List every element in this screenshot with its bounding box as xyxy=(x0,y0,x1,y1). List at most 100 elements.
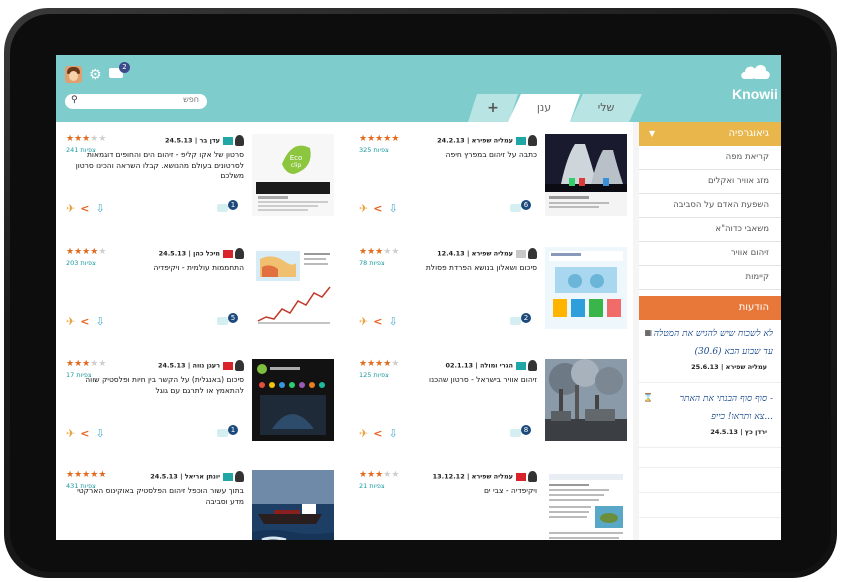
card-title[interactable]: סרטון של אקו קליפ - זיהום הים והחופים דו… xyxy=(69,150,244,182)
download-icon[interactable]: ⇩ xyxy=(95,315,104,328)
card-author: הגרי ומולה xyxy=(479,361,513,370)
card-actions: ✈ < ⇩ xyxy=(66,315,105,328)
card-author: עמליה שפירא xyxy=(471,249,513,258)
knowii-logo[interactable]: Knowii xyxy=(730,59,780,101)
card-meta: 02.1.13 | הגרי ומולה xyxy=(357,360,537,371)
download-icon[interactable]: ⇩ xyxy=(388,427,397,440)
user-icon xyxy=(235,135,244,146)
card-actions: ✈ < ⇩ xyxy=(66,427,105,440)
content-card[interactable]: ★★★★★ 78 צפיות 12.4.13 | עמליה שפירא סיכום … xyxy=(359,235,629,345)
divider xyxy=(639,467,781,468)
share-icon[interactable]: < xyxy=(80,538,89,540)
hourglass-icon: ⌛ xyxy=(643,393,653,402)
card-actions: ✈ < ⇩ xyxy=(359,202,398,215)
download-icon[interactable]: ⇩ xyxy=(95,202,104,215)
share-icon[interactable]: < xyxy=(373,427,382,440)
profile-avatar-button[interactable] xyxy=(65,66,82,83)
card-thumbnail[interactable] xyxy=(545,134,627,216)
cloud-logo-icon xyxy=(741,65,770,85)
card-actions: ✈ < ⇩ xyxy=(66,202,105,215)
share-icon[interactable]: < xyxy=(373,202,382,215)
share-icon[interactable]: < xyxy=(373,538,382,540)
card-actions: ✈ < ⇩ xyxy=(66,538,105,540)
card-title[interactable]: התחממות עולמית - ויקיפדיה xyxy=(69,263,244,274)
card-title[interactable]: סיכום (באנגלית) על הקשר בין חיות ופלסטיק… xyxy=(69,375,244,396)
download-icon[interactable]: ⇩ xyxy=(95,427,104,440)
comment-count-badge: 1 xyxy=(228,200,238,210)
tab-cloud[interactable]: ענן xyxy=(508,94,580,122)
card-title[interactable]: ויקיפדיה - צבי ים xyxy=(362,486,537,497)
content-card[interactable]: ★★★★★ 21 צפיות 13.12.12 | עמליה שפירא ויקיפ… xyxy=(359,458,629,540)
pin-icon[interactable]: ✈ xyxy=(66,427,75,440)
sidebar: ▼ גיאוגרפיה קריאת מפה מזג אוויר ואקלים ה… xyxy=(639,122,781,540)
card-thumbnail[interactable] xyxy=(545,247,627,329)
note-item[interactable]: ▦ לא לשכוח שיש להגיש את המטלה עד שבוע הב… xyxy=(639,325,781,373)
download-icon[interactable]: ⇩ xyxy=(388,202,397,215)
search-input[interactable] xyxy=(99,95,199,104)
card-thumbnail[interactable] xyxy=(252,470,334,540)
caret-down-icon: ▼ xyxy=(649,129,656,138)
search-icon[interactable]: ⚲ xyxy=(71,95,78,105)
sidebar-item-air-pollution[interactable]: זיהום אוויר xyxy=(639,242,781,266)
content-card[interactable]: ★★★★★ 203 צפיות 24.5.13 | מיכל כהן התחממות … xyxy=(66,235,336,345)
pin-icon[interactable]: ✈ xyxy=(66,315,75,328)
pin-icon[interactable]: ✈ xyxy=(359,538,368,540)
pin-icon[interactable]: ✈ xyxy=(359,315,368,328)
comment-icon[interactable] xyxy=(217,429,228,437)
card-thumbnail[interactable] xyxy=(545,359,627,441)
gear-icon[interactable]: ⚙ xyxy=(89,67,102,83)
category-header[interactable]: ▼ גיאוגרפיה xyxy=(639,122,781,146)
card-date: 24.5.13 xyxy=(158,249,187,258)
card-title[interactable]: סיכום ושאלון בנושא הפרדת פסולת xyxy=(362,263,537,274)
share-icon[interactable]: < xyxy=(80,202,89,215)
comment-icon[interactable] xyxy=(217,204,228,212)
content-card[interactable]: ★★★★★ 431 צפיות 24.5.13 | יונתן אריאל בתוך … xyxy=(66,458,336,540)
comment-icon[interactable] xyxy=(217,317,228,325)
note-item[interactable]: ⌛ סוף סוף הבנתי את האתר - צא ותראו! כייפ… xyxy=(639,390,781,438)
avatar-face xyxy=(69,71,78,81)
card-thumbnail[interactable] xyxy=(252,359,334,441)
card-author: מיכל כהן xyxy=(193,249,220,258)
sidebar-item-map-reading[interactable]: קריאת מפה xyxy=(639,146,781,170)
content-card[interactable]: ★★★★★ 125 צפיות 02.1.13 | הגרי ומולה זיהום … xyxy=(359,347,629,457)
download-icon[interactable]: ⇩ xyxy=(95,538,104,540)
pin-icon[interactable]: ✈ xyxy=(66,202,75,215)
content-card[interactable]: ★★★★★ 241 צפיות 24.5.13 | עדן בר סרטון של א… xyxy=(66,122,336,232)
comment-icon[interactable] xyxy=(510,317,521,325)
user-icon xyxy=(235,360,244,371)
content-card[interactable]: ★★★★★ 325 צפיות 24.2.13 | עמליה שפירא כתבה … xyxy=(359,122,629,232)
card-title[interactable]: כתבה על זיהום במפרץ חיפה xyxy=(362,150,537,161)
pin-icon[interactable]: ✈ xyxy=(359,202,368,215)
download-icon[interactable]: ⇩ xyxy=(388,315,397,328)
sidebar-item-earth-resources[interactable]: משאבי כדוה"א xyxy=(639,218,781,242)
card-thumbnail[interactable] xyxy=(252,247,334,329)
card-thumbnail[interactable] xyxy=(545,470,627,540)
divider xyxy=(639,382,781,383)
card-meta: 24.5.13 | מיכל כהן xyxy=(64,248,244,259)
comment-count-badge: 5 xyxy=(228,313,238,323)
card-title[interactable]: בתוך עשור הוכפל זיהום הפלסטיק באוקינוס ה… xyxy=(69,486,244,507)
sidebar-item-weather-climate[interactable]: מזג אוויר ואקלים xyxy=(639,170,781,194)
sidebar-item-human-impact[interactable]: השפעת האדם על הסביבה xyxy=(639,194,781,218)
comment-icon[interactable] xyxy=(510,204,521,212)
card-thumbnail[interactable]: Eco clip xyxy=(252,134,334,216)
svg-text:Eco: Eco xyxy=(290,154,303,162)
card-title[interactable]: זיהום אוויר בישראל - סרטון שהכנו xyxy=(362,375,537,386)
comment-icon[interactable] xyxy=(510,429,521,437)
share-icon[interactable]: < xyxy=(373,315,382,328)
pin-icon[interactable]: ✈ xyxy=(359,427,368,440)
download-icon[interactable]: ⇩ xyxy=(388,538,397,540)
content-type-icon xyxy=(223,136,233,145)
share-icon[interactable]: < xyxy=(80,427,89,440)
share-icon[interactable]: < xyxy=(80,315,89,328)
content-type-icon xyxy=(516,136,526,145)
notes-title: הודעות xyxy=(738,302,769,313)
comment-count-badge: 8 xyxy=(521,425,531,435)
divider xyxy=(639,447,781,448)
sidebar-item-sustainability[interactable]: קיימות xyxy=(639,266,781,290)
content-type-icon xyxy=(516,361,526,370)
search-box[interactable]: ⚲ xyxy=(65,94,207,109)
content-card[interactable]: ★★★★★ 17 צפיות 24.5.13 | רעגן נווה סיכום (ב… xyxy=(66,347,336,457)
pin-icon[interactable]: ✈ xyxy=(66,538,75,540)
tab-mine[interactable]: שלי xyxy=(570,94,642,122)
